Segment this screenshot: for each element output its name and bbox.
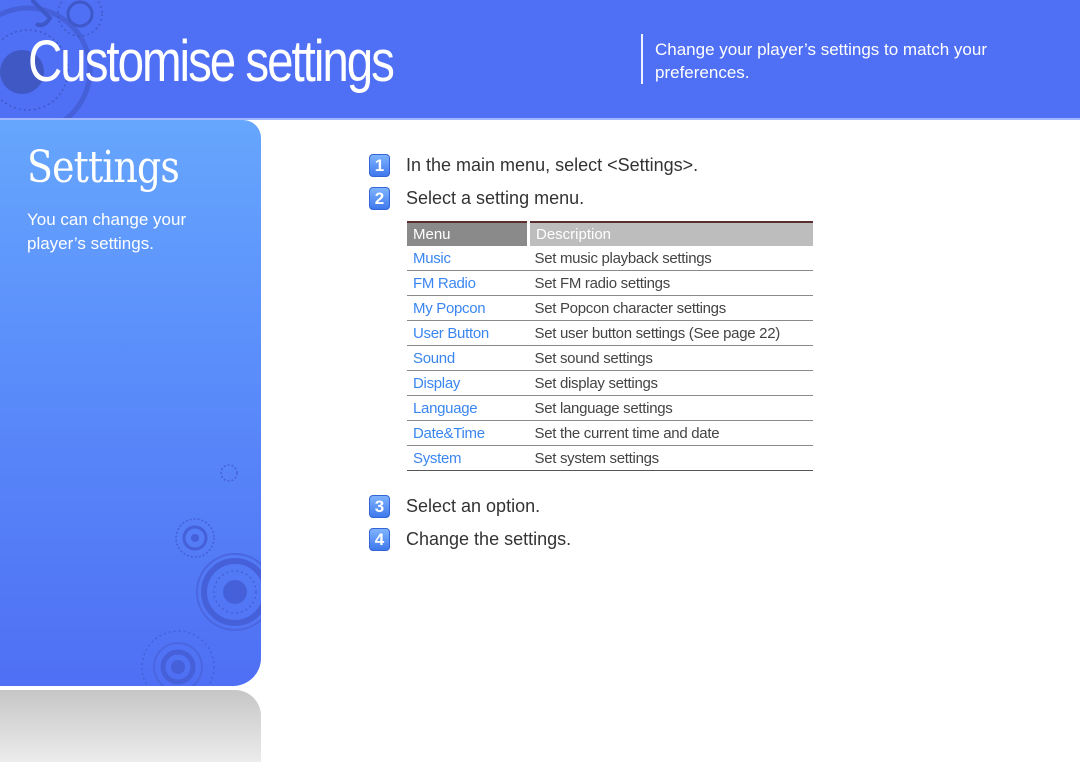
step-1: 1 In the main menu, select <Settings>. xyxy=(369,154,698,177)
menu-link-system[interactable]: System xyxy=(407,445,529,471)
menu-link-fm-radio[interactable]: FM Radio xyxy=(407,270,529,296)
table-row: Display Set display settings xyxy=(407,370,813,396)
table-row: User Button Set user button settings (Se… xyxy=(407,320,813,346)
step-4: 4 Change the settings. xyxy=(369,528,571,551)
section-description: You can change your player’s settings. xyxy=(27,210,187,253)
page-subtitle: Change your player’s settings to match y… xyxy=(655,40,987,82)
step-text: In the main menu, select <Settings>. xyxy=(406,155,699,175)
step-text: Select an option. xyxy=(406,496,541,516)
table-row: System Set system settings xyxy=(407,445,813,471)
menu-description: Set the current time and date xyxy=(528,420,813,446)
table-row: Sound Set sound settings xyxy=(407,345,813,371)
table-row: Date&Time Set the current time and date xyxy=(407,420,813,446)
step-number-badge: 4 xyxy=(369,528,390,551)
footer-panel xyxy=(0,690,261,762)
step-text: Change the settings. xyxy=(406,529,572,549)
menu-description: Set language settings xyxy=(528,395,813,421)
menu-link-sound[interactable]: Sound xyxy=(407,345,529,371)
menu-link-music[interactable]: Music xyxy=(407,246,529,271)
column-header-menu: Menu xyxy=(407,222,530,246)
step-3: 3 Select an option. xyxy=(369,495,540,518)
step-text: Select a setting menu. xyxy=(406,188,585,208)
step-number-badge: 1 xyxy=(369,154,390,177)
decorative-circles-icon xyxy=(141,464,261,686)
step-2: 2 Select a setting menu. xyxy=(369,187,584,210)
table-row: FM Radio Set FM radio settings xyxy=(407,270,813,296)
menu-description: Set user button settings (See page 22) xyxy=(528,320,813,346)
section-title: Settings xyxy=(27,142,180,193)
page-header: Customise settings Change your player’s … xyxy=(0,0,1080,120)
table-row: My Popcon Set Popcon character settings xyxy=(407,295,813,321)
menu-description: Set music playback settings xyxy=(528,246,813,271)
menu-link-date-time[interactable]: Date&Time xyxy=(407,420,529,446)
table-header-row: Menu Description xyxy=(407,222,813,246)
menu-link-display[interactable]: Display xyxy=(407,370,529,396)
table-row: Music Set music playback settings xyxy=(407,246,813,271)
menu-description: Set Popcon character settings xyxy=(528,295,813,321)
menu-link-user-button[interactable]: User Button xyxy=(407,320,529,346)
menu-description: Set sound settings xyxy=(528,345,813,371)
menu-description: Set FM radio settings xyxy=(528,270,813,296)
sidebar-panel: Settings You can change your player’s se… xyxy=(0,120,261,686)
menu-link-my-popcon[interactable]: My Popcon xyxy=(407,295,529,321)
menu-link-language[interactable]: Language xyxy=(407,395,529,421)
menu-description: Set display settings xyxy=(528,370,813,396)
menu-description: Set system settings xyxy=(528,445,813,471)
step-number-badge: 2 xyxy=(369,187,390,210)
settings-menu-table: Menu Description Music Set music playbac… xyxy=(407,221,813,471)
table-row: Language Set language settings xyxy=(407,395,813,421)
header-divider xyxy=(641,34,643,84)
column-header-description: Description xyxy=(528,222,813,246)
page-title: Customise settings xyxy=(28,29,395,94)
step-number-badge: 3 xyxy=(369,495,390,518)
